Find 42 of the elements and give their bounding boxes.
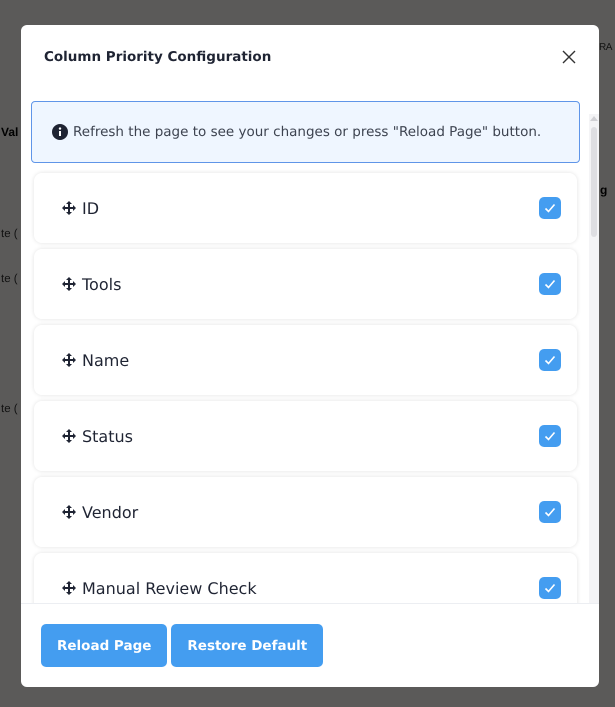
checkbox[interactable] bbox=[539, 197, 561, 219]
move-icon[interactable] bbox=[62, 505, 76, 519]
column-label: Name bbox=[82, 350, 130, 370]
dialog-title: Column Priority Configuration bbox=[44, 49, 272, 65]
move-icon[interactable] bbox=[62, 277, 76, 291]
column-header: g bbox=[600, 183, 608, 197]
column-label: ID bbox=[82, 198, 100, 218]
column-item[interactable]: Name bbox=[34, 325, 577, 395]
move-icon[interactable] bbox=[62, 581, 76, 595]
move-icon[interactable] bbox=[62, 429, 76, 443]
checkbox[interactable] bbox=[539, 349, 561, 371]
column-item[interactable]: ID bbox=[34, 173, 577, 243]
column-label: Tools bbox=[82, 274, 122, 294]
check-icon bbox=[543, 581, 557, 595]
close-icon bbox=[562, 50, 576, 64]
checkbox[interactable] bbox=[539, 577, 561, 599]
check-icon bbox=[543, 277, 557, 291]
check-icon bbox=[543, 201, 557, 215]
column-item[interactable]: Manual Review Check bbox=[34, 553, 577, 603]
check-icon bbox=[543, 429, 557, 443]
table-cell: te ( bbox=[1, 228, 18, 240]
table-cell: RA bbox=[599, 42, 612, 53]
column-label: Manual Review Check bbox=[82, 578, 258, 598]
close-button[interactable] bbox=[562, 50, 576, 64]
column-item[interactable]: Tools bbox=[34, 249, 577, 319]
column-header: Val bbox=[1, 125, 18, 139]
checkbox[interactable] bbox=[539, 425, 561, 447]
checkbox[interactable] bbox=[539, 273, 561, 295]
column-item[interactable]: Status bbox=[34, 401, 577, 471]
move-icon[interactable] bbox=[62, 353, 76, 367]
column-label: Status bbox=[82, 426, 134, 446]
check-icon bbox=[543, 353, 557, 367]
table-cell: te ( bbox=[1, 273, 18, 285]
notice-text: Refresh the page to see your changes or press "Reload Page" button. bbox=[73, 124, 542, 140]
info-icon bbox=[52, 124, 68, 140]
check-icon bbox=[543, 505, 557, 519]
column-label: Vendor bbox=[82, 502, 140, 522]
column-item[interactable]: Vendor bbox=[34, 477, 577, 547]
checkbox[interactable] bbox=[539, 501, 561, 523]
move-icon[interactable] bbox=[62, 201, 76, 215]
scrollbar[interactable] bbox=[589, 114, 599, 603]
table-cell: te ( bbox=[1, 403, 18, 415]
